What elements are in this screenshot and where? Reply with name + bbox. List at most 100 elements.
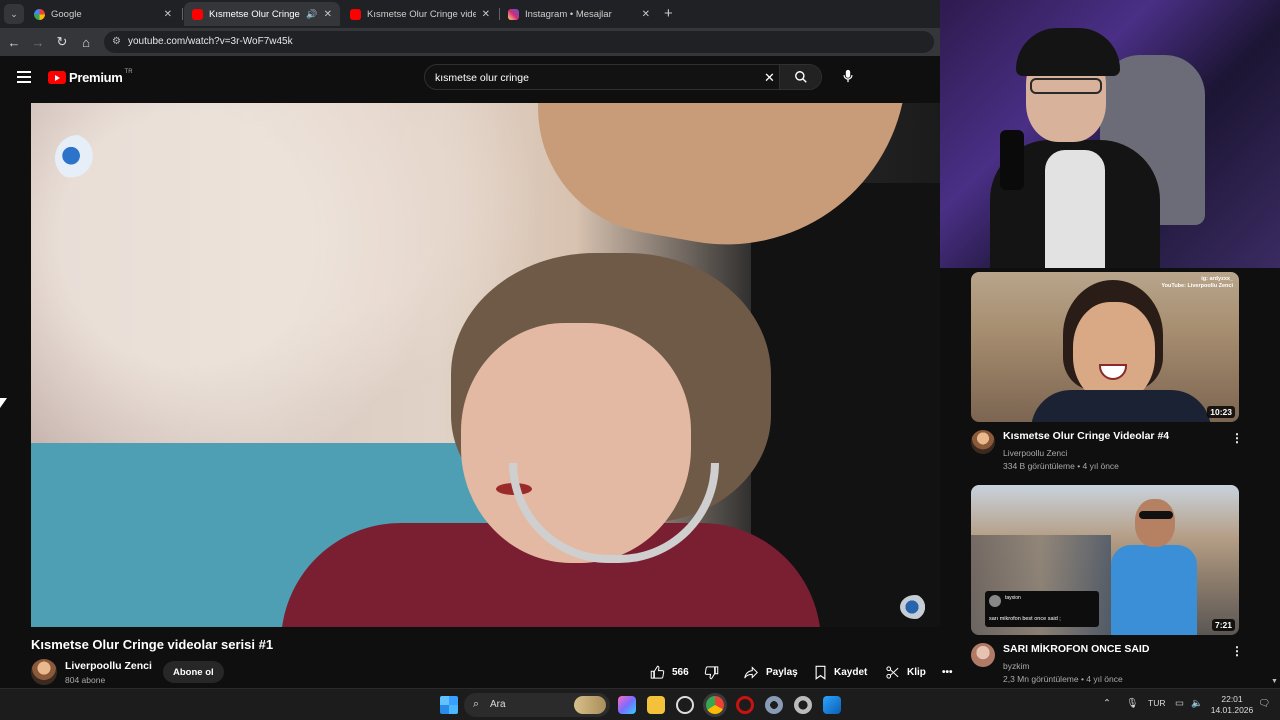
logo-country: TR [124,68,133,75]
search-input[interactable]: kısmetse olur cringe [435,72,529,84]
taskbar-search-label: Ara [490,699,506,710]
share-icon [744,665,758,679]
channel-name[interactable]: Liverpoollu Zenci [65,660,152,672]
tweet-user: tayxion [1005,595,1021,601]
tray-overflow-icon[interactable]: ⌃ [1103,698,1111,709]
like-count: 566 [672,666,689,678]
notifications-icon[interactable]: 🗨 [1258,698,1270,709]
clear-search-icon[interactable]: ✕ [764,70,775,86]
more-actions-icon: ••• [942,666,953,678]
opera-icon[interactable] [736,696,754,714]
save-label: Kaydet [834,666,868,678]
search-icon: ⌕ [473,698,480,710]
back-icon[interactable]: ← [6,34,22,50]
close-tab-icon[interactable]: ✕ [324,9,332,20]
network-icon[interactable]: ▭ [1175,698,1184,709]
voice-search-button[interactable] [836,64,860,88]
search-box[interactable]: kısmetse olur cringe ✕ [424,64,822,90]
recommendation-channel[interactable]: Liverpoollu Zenci [1003,448,1067,458]
scroll-down-arrow-icon[interactable]: ▼ [1271,678,1278,685]
search-button[interactable] [779,65,821,89]
address-bar: ← → ↻ ⌂ ⚙ youtube.com/watch?v=3r-WoF7w45… [0,28,940,56]
share-button[interactable]: Paylaş [743,661,798,683]
thumb-figure-face [1135,499,1175,547]
channel-watermark-icon [55,135,101,181]
microphone-tray-icon[interactable]: 🎙 [1126,698,1138,709]
channel-avatar[interactable] [31,659,57,685]
home-icon[interactable]: ⌂ [78,34,94,50]
tab-title: Instagram • Mesajlar [525,8,612,20]
volume-icon[interactable]: 🔈 [1191,698,1203,709]
video-duration: 10:23 [1207,406,1235,418]
system-clock[interactable]: 22:01 14.01.2026 [1208,694,1256,715]
settings-icon[interactable] [765,696,783,714]
close-tab-icon[interactable]: ✕ [482,9,490,20]
chrome-icon[interactable] [706,696,724,714]
omnibox[interactable]: ⚙ youtube.com/watch?v=3r-WoF7w45k [104,31,934,53]
thumb-figure-body [1031,390,1211,422]
recommendation-thumbnail[interactable]: ig: ardyzxx_ YouTube: Liverpoollu Zenci … [971,272,1239,422]
close-tab-icon[interactable]: ✕ [164,9,172,20]
channel-watermark-small-icon [900,595,930,619]
youtube-header: Premium TR kısmetse olur cringe ✕ [0,56,940,102]
bookmark-icon [815,665,826,680]
app-icon[interactable] [794,696,812,714]
more-options-icon[interactable]: ⋮ [1231,432,1243,444]
clip-button[interactable]: Klip [885,661,926,683]
recommendation-item[interactable]: tayxion sarı mikrofon best once said ; 7… [971,485,1271,684]
file-explorer-icon[interactable] [647,696,665,714]
recommendation-title[interactable]: SARI MİKROFON ONCE SAID [1003,643,1149,655]
subscribe-button[interactable]: Abone ol [163,661,224,683]
recommendation-item[interactable]: ig: ardyzxx_ YouTube: Liverpoollu Zenci … [971,272,1271,471]
windows-start-icon[interactable] [440,696,458,714]
thumb-figure-body [1111,545,1197,635]
more-actions-button[interactable]: ••• [942,661,953,683]
save-button[interactable]: Kaydet [814,661,867,683]
streamer-glasses [1030,78,1102,94]
chatgpt-icon[interactable] [676,696,694,714]
recommendation-meta: 334 B görüntüleme • 4 yıl önce [1003,461,1119,471]
search-highlight-icon [574,696,606,714]
taskbar-search[interactable]: ⌕ Ara [464,693,610,717]
tab-instagram[interactable]: Instagram • Mesajlar ✕ [500,2,658,26]
forward-icon[interactable]: → [30,34,46,50]
logo-word: Premium [69,70,123,85]
clock-date: 14.01.2026 [1210,704,1254,715]
more-options-icon[interactable]: ⋮ [1231,645,1243,657]
menu-icon[interactable] [17,71,31,83]
tab-youtube-2[interactable]: Kısmetse Olur Cringe videolar # ✕ [342,2,498,26]
tab-youtube-active[interactable]: Kısmetse Olur Cringe videoları 🔊 ✕ [184,2,340,26]
url-text[interactable]: youtube.com/watch?v=3r-WoF7w45k [128,36,293,47]
windows-taskbar: ⌕ Ara ⌃ 🎙 TUR ▭ 🔈 22:01 14.01.2026 🗨 [0,688,1280,720]
site-info-icon[interactable]: ⚙ [112,36,121,47]
recommendation-meta: 2,3 Mn görüntüleme • 4 yıl önce [1003,674,1123,684]
microphone-icon [843,69,853,83]
clip-label: Klip [907,666,926,678]
reload-icon[interactable]: ↻ [54,34,70,50]
video-player[interactable] [31,103,940,627]
recommendation-title[interactable]: Kısmetse Olur Cringe Videolar #4 [1003,430,1169,442]
mouse-cursor-icon [0,398,7,408]
new-tab-button[interactable]: + [664,5,673,22]
streamer-cap [1016,28,1120,76]
dislike-button[interactable] [704,661,726,683]
close-tab-icon[interactable]: ✕ [642,9,650,20]
channel-subscriber-count: 804 abone [65,675,106,685]
youtube-favicon-icon [192,8,203,20]
google-favicon-icon [34,8,45,20]
tweet-avatar [989,595,1001,607]
tab-google[interactable]: Google ✕ [26,2,180,26]
speaker-icon[interactable]: 🔊 [306,9,317,20]
channel-avatar[interactable] [971,643,995,667]
channel-avatar[interactable] [971,430,995,454]
youtube-premium-logo[interactable]: Premium TR [48,68,133,85]
recommendation-thumbnail[interactable]: tayxion sarı mikrofon best once said ; 7… [971,485,1239,635]
video-title: Kısmetse Olur Cringe videolar serisi #1 [31,637,274,652]
photos-icon[interactable] [823,696,841,714]
tab-title: Google [51,8,82,20]
recommendation-channel[interactable]: byzkim [1003,661,1029,671]
like-button[interactable]: 566 [650,661,689,683]
copilot-icon[interactable] [618,696,636,714]
input-language[interactable]: TUR [1148,698,1165,708]
tab-search-button[interactable]: ⌄ [4,4,24,24]
